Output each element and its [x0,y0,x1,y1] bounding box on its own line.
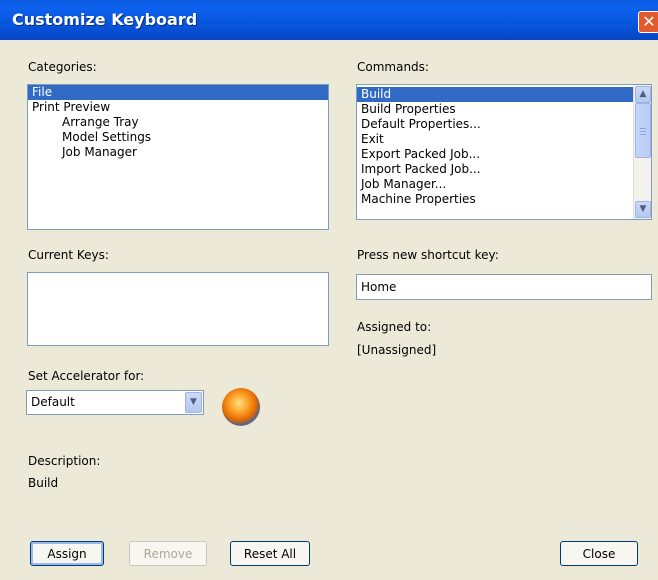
assign-button[interactable]: Assign [30,541,104,566]
assigned-to-value: [Unassigned] [357,343,437,357]
commands-scrollbar[interactable]: ▲ ▼ [633,85,651,219]
close-window-icon[interactable]: ✕ [638,11,658,33]
description-value: Build [28,476,59,490]
chevron-down-icon[interactable]: ▼ [185,392,202,413]
press-new-shortcut-label: Press new shortcut key: [357,248,499,262]
command-item[interactable]: Build [357,87,633,102]
remove-button[interactable]: Remove [129,541,207,566]
command-item[interactable]: Import Packed Job... [357,162,633,177]
scroll-thumb[interactable] [635,103,651,158]
accelerator-select-value: Default [31,395,75,409]
description-label: Description: [28,454,101,468]
category-item[interactable]: Model Settings [28,130,328,145]
app-orb-icon [222,388,260,426]
reset-all-button[interactable]: Reset All [230,541,310,566]
shortcut-key-value: Home [361,280,397,294]
command-item[interactable]: Job Manager... [357,177,633,192]
command-item[interactable]: Machine Properties [357,192,633,207]
accelerator-select[interactable]: Default ▼ [26,390,204,415]
command-item[interactable]: Exit [357,132,633,147]
command-item[interactable]: Default Properties... [357,117,633,132]
category-item[interactable]: Print Preview [28,100,328,115]
category-item[interactable]: File [28,85,328,100]
categories-label: Categories: [28,60,97,74]
assigned-to-label: Assigned to: [357,320,432,334]
command-item[interactable]: Build Properties [357,102,633,117]
set-accelerator-label: Set Accelerator for: [28,369,145,383]
categories-list[interactable]: File Print Preview Arrange Tray Model Setti… [27,84,329,230]
scroll-up-icon[interactable]: ▲ [635,86,651,103]
window-title: Customize Keyboard [12,10,198,29]
commands-list[interactable]: Build Build Properties Default Properties.… [356,84,652,220]
current-keys-list[interactable] [27,272,329,346]
close-button[interactable]: Close [560,541,638,566]
scroll-down-icon[interactable]: ▼ [635,201,651,218]
title-bar: Customize Keyboard ✕ [0,0,658,40]
commands-label: Commands: [357,60,429,74]
command-item[interactable]: Export Packed Job... [357,147,633,162]
current-keys-label: Current Keys: [28,248,109,262]
category-item[interactable]: Arrange Tray [28,115,328,130]
shortcut-key-input[interactable]: Home [356,274,652,300]
category-item[interactable]: Job Manager [28,145,328,160]
